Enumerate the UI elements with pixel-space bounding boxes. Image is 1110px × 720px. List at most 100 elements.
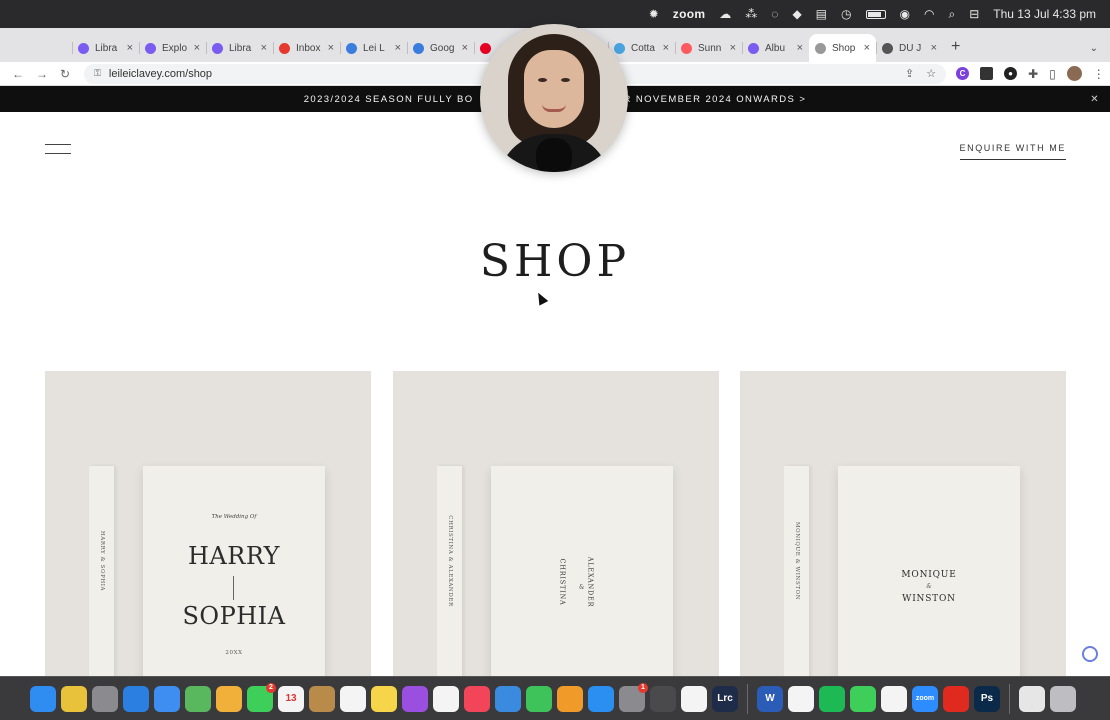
dock-music-icon[interactable] — [464, 685, 490, 712]
dock-photoshop-icon[interactable]: Ps — [974, 685, 1000, 712]
dock-launchpad-icon[interactable] — [92, 685, 118, 712]
dock-notes-app-icon[interactable] — [309, 685, 335, 712]
browser-tab[interactable]: Goog × — [407, 34, 474, 62]
tab-close-icon[interactable]: × — [864, 42, 870, 54]
browser-tab[interactable]: Libra × — [206, 34, 273, 62]
browser-tab[interactable]: Lei L × — [340, 34, 407, 62]
browser-tab[interactable]: Albu × — [742, 34, 809, 62]
dock-pages-icon[interactable] — [557, 685, 583, 712]
canva-extension-icon[interactable]: C — [956, 67, 970, 80]
extension-square-icon[interactable] — [980, 67, 994, 80]
tab-close-icon[interactable]: × — [663, 42, 669, 54]
dock-chrome-icon[interactable] — [61, 685, 87, 712]
browser-tab[interactable]: Cotta × — [608, 34, 675, 62]
tab-close-icon[interactable]: × — [261, 42, 267, 54]
gear-status-icon[interactable]: ✹ — [649, 8, 659, 20]
hamburger-menu-icon[interactable] — [45, 144, 71, 154]
tab-close-icon[interactable]: × — [328, 42, 334, 54]
side-panel-icon[interactable]: ▯ — [1049, 67, 1056, 81]
profile-avatar[interactable] — [1066, 66, 1082, 81]
dock-reminders-icon[interactable] — [340, 685, 366, 712]
dock-calendar-icon[interactable]: 13 — [278, 685, 304, 712]
time-machine-icon[interactable]: ◷ — [841, 8, 851, 20]
tab-close-icon[interactable]: × — [730, 42, 736, 54]
announcement-text-right[interactable]: R NOVEMBER 2024 ONWARDS > — [624, 94, 807, 105]
dock-news-icon[interactable] — [433, 685, 459, 712]
display-icon[interactable]: ▤ — [816, 8, 827, 20]
dock-maps-icon[interactable] — [185, 685, 211, 712]
tab-close-icon[interactable]: × — [127, 42, 133, 54]
dock-numbers-icon[interactable] — [526, 685, 552, 712]
clock-datetime[interactable]: Thu 13 Jul 4:33 pm — [993, 8, 1096, 20]
announcement-close-icon[interactable]: ✕ — [1090, 94, 1100, 105]
dropbox-icon[interactable]: ◆ — [792, 8, 801, 20]
tab-favicon-icon — [413, 42, 424, 54]
dock-photos-icon[interactable] — [216, 685, 242, 712]
browser-tab[interactable]: DU J × — [876, 34, 943, 62]
tab-label: Albu — [765, 42, 786, 54]
share-icon[interactable]: ⇪ — [905, 67, 914, 80]
play-status-icon[interactable]: ◉ — [900, 8, 910, 20]
site-info-icon[interactable]: ⚿ — [94, 68, 101, 79]
dock-podcasts-icon[interactable] — [402, 685, 428, 712]
tab-close-icon[interactable]: × — [194, 42, 200, 54]
browser-tab[interactable]: Sunn × — [675, 34, 742, 62]
wifi-icon[interactable]: ◠ — [924, 8, 934, 20]
dock-lightroom-icon[interactable]: Lrc — [712, 685, 738, 712]
dock-calculator-icon[interactable] — [650, 685, 676, 712]
back-arrow-icon[interactable]: ← — [12, 67, 24, 81]
dock-facetime-icon[interactable]: 2 — [247, 682, 276, 712]
dock-downloads-icon[interactable] — [1019, 685, 1045, 712]
tab-search-chevron-icon[interactable]: ⌄ — [1090, 43, 1098, 54]
spotlight-search-icon[interactable]: ⌕ — [948, 8, 955, 20]
dock-app-store-icon[interactable] — [588, 685, 614, 712]
dock-word-icon[interactable]: W — [757, 685, 783, 712]
tab-label: Goog — [430, 42, 455, 54]
webcam-overlay[interactable] — [480, 24, 628, 172]
bookmark-star-icon[interactable]: ☆ — [926, 67, 936, 80]
dock-mail-icon[interactable] — [154, 685, 180, 712]
share-status-icon[interactable]: ⁂ — [745, 8, 757, 20]
tab-close-icon[interactable]: × — [931, 42, 937, 54]
dock-zoom-icon[interactable]: zoom — [912, 685, 938, 712]
tab-close-icon[interactable]: × — [797, 42, 803, 54]
browser-tab[interactable]: Libra × — [72, 34, 139, 62]
creative-cloud-icon[interactable]: ☁ — [719, 8, 731, 20]
chat-widget-icon[interactable] — [1082, 646, 1098, 662]
dock-notes-icon[interactable] — [371, 685, 397, 712]
dock-trash-icon[interactable] — [1050, 685, 1076, 712]
cover-name-1: HARRY — [187, 542, 280, 570]
dock-system-settings-icon[interactable]: 1 — [619, 682, 648, 712]
enquire-link[interactable]: ENQUIRE WITH ME — [959, 143, 1066, 160]
product-card-harry-sophia[interactable]: HARRY & SOPHIA The Wedding Of HARRY SOPH… — [45, 371, 371, 676]
tab-favicon-icon — [279, 42, 290, 54]
dock-asana-icon[interactable] — [788, 685, 814, 712]
url-text[interactable]: leileiclavey.com/shop — [109, 68, 212, 80]
reload-icon[interactable]: ↻ — [60, 67, 70, 81]
new-tab-button[interactable]: + — [951, 38, 960, 56]
zoom-status-label[interactable]: zoom — [673, 7, 706, 21]
extensions-puzzle-icon[interactable]: ✚ — [1028, 67, 1038, 81]
dock-safari-icon[interactable] — [123, 685, 149, 712]
control-center-icon[interactable]: ⊟ — [969, 8, 979, 20]
forward-arrow-icon[interactable]: → — [36, 67, 48, 81]
battery-icon[interactable] — [865, 9, 886, 19]
product-card-christina-alexander[interactable]: CHRISTINA & ALEXANDER CHRISTINA & ALEXAN… — [393, 371, 719, 676]
browser-menu-icon[interactable]: ⋮ — [1093, 67, 1105, 81]
extension-circle-icon[interactable]: ● — [1004, 67, 1018, 80]
browser-tab[interactable]: Explo × — [139, 34, 206, 62]
announcement-text-left[interactable]: 2023/2024 SEASON FULLY BO — [304, 94, 474, 105]
tab-close-icon[interactable]: × — [462, 42, 468, 54]
dock-finder-icon[interactable] — [30, 685, 56, 712]
dock-slack-icon[interactable] — [681, 685, 707, 712]
dock-keynote-icon[interactable] — [495, 685, 521, 712]
dock-spotify-icon[interactable] — [819, 685, 845, 712]
dock-acrobat-icon[interactable] — [943, 685, 969, 712]
product-card-monique-winston[interactable]: MONIQUE & WINSTON MONIQUE & WINSTON — [740, 371, 1066, 676]
tab-close-icon[interactable]: × — [395, 42, 401, 54]
mic-status-icon[interactable]: ◌ — [771, 8, 778, 20]
dock-textedit-icon[interactable] — [881, 685, 907, 712]
browser-tab[interactable]: Shop × — [809, 34, 876, 62]
browser-tab[interactable]: Inbox × — [273, 34, 340, 62]
dock-messages-icon[interactable] — [850, 685, 876, 712]
